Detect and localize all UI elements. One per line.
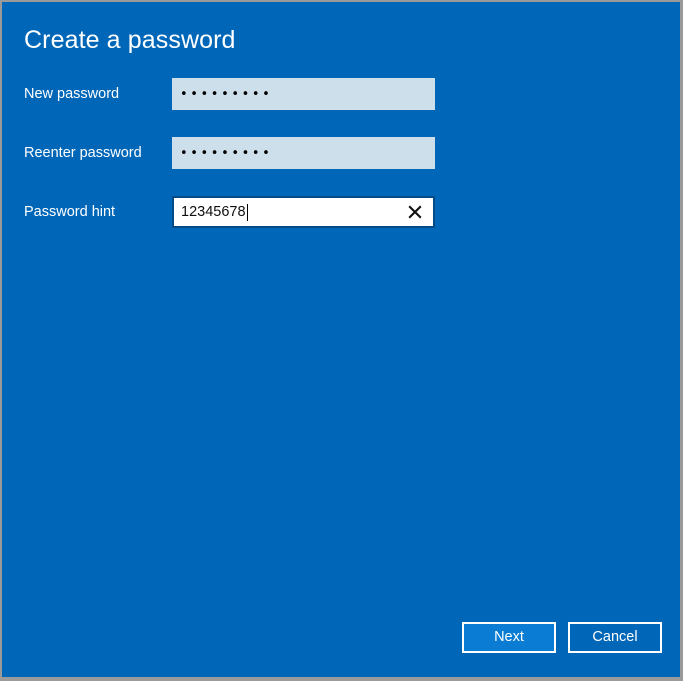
text-caret <box>246 203 248 221</box>
form-row-password-hint: Password hint 12345678 <box>2 196 680 228</box>
close-icon <box>408 205 422 219</box>
new-password-masked-value: ••••••••• <box>180 87 273 102</box>
password-hint-input[interactable]: 12345678 <box>172 196 435 228</box>
reenter-password-masked-value: ••••••••• <box>180 146 273 161</box>
new-password-label: New password <box>24 86 120 102</box>
password-hint-value: 12345678 <box>181 204 246 220</box>
footer-buttons: Next Cancel <box>462 622 662 653</box>
clear-password-hint-button[interactable] <box>402 198 428 226</box>
reenter-password-input[interactable]: ••••••••• <box>172 137 435 169</box>
next-button[interactable]: Next <box>462 622 556 653</box>
form-row-new-password: New password ••••••••• <box>2 78 680 110</box>
new-password-input[interactable]: ••••••••• <box>172 78 435 110</box>
cancel-button[interactable]: Cancel <box>568 622 662 653</box>
dialog-body: Create a password New password •••••••••… <box>2 2 680 677</box>
page-title: Create a password <box>24 26 236 54</box>
reenter-password-label: Reenter password <box>24 145 142 161</box>
create-password-dialog: Create a password New password •••••••••… <box>0 0 683 681</box>
form-row-reenter-password: Reenter password ••••••••• <box>2 137 680 169</box>
password-hint-label: Password hint <box>24 204 116 220</box>
